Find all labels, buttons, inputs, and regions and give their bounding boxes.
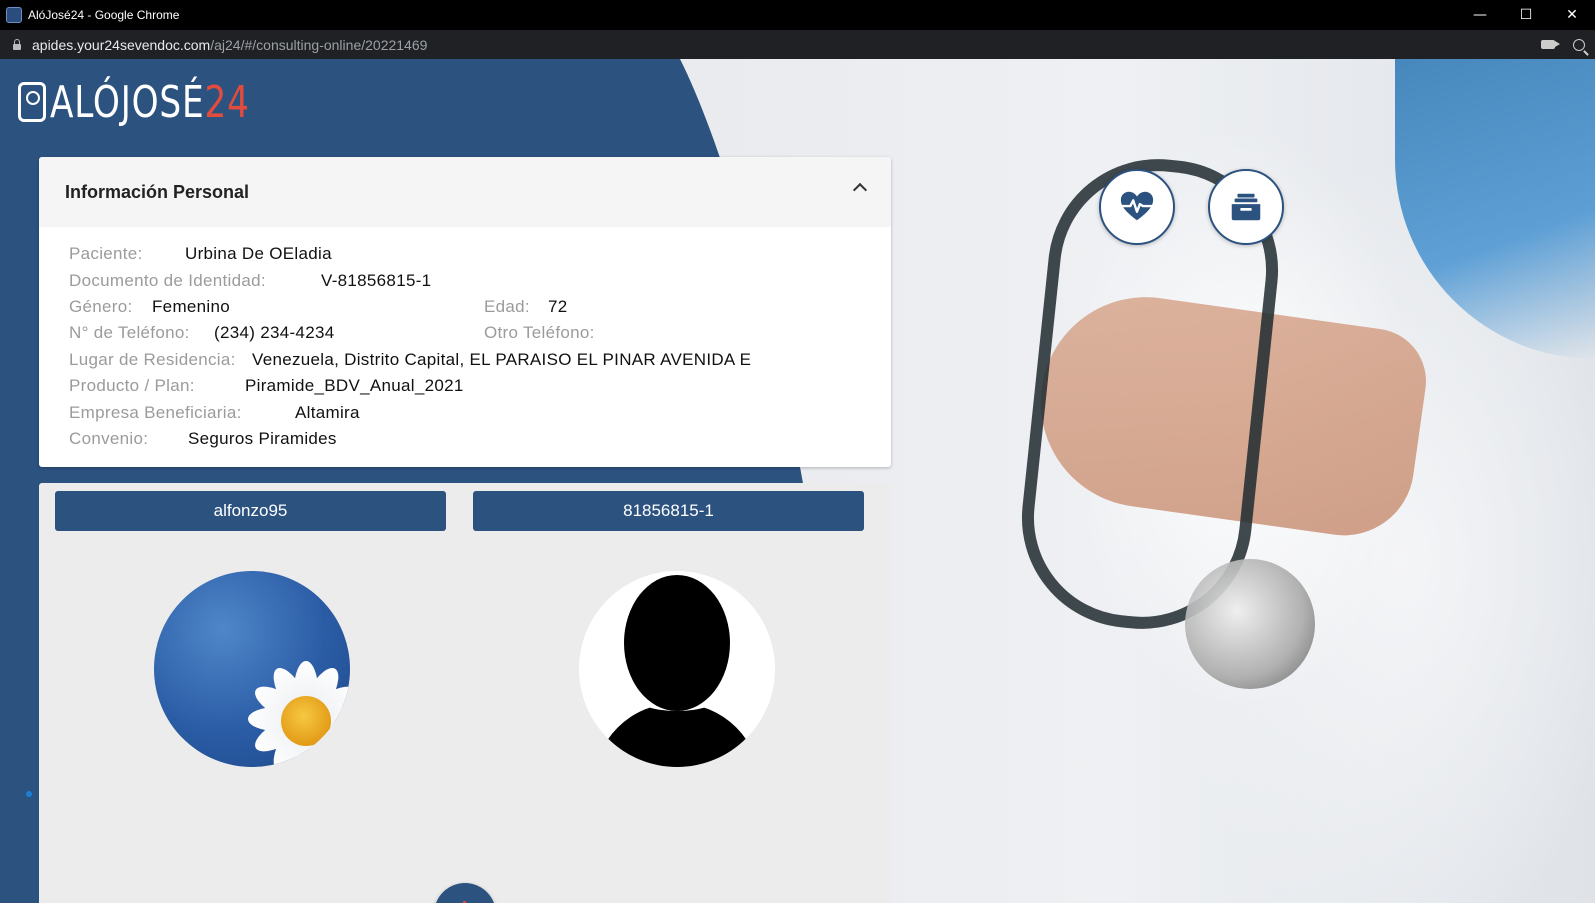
user-silhouette-icon	[593, 703, 761, 767]
field-label: Otro Teléfono:	[484, 323, 595, 343]
zoom-icon[interactable]	[1573, 38, 1585, 51]
minimize-button[interactable]: —	[1457, 0, 1503, 30]
field-value: Seguros Piramides	[188, 428, 337, 448]
field-value: Venezuela, Distrito Capital, EL PARAISO …	[252, 349, 752, 369]
personal-info-header[interactable]: Información Personal	[39, 157, 891, 227]
maximize-button[interactable]: ☐	[1503, 0, 1549, 30]
window-controls: — ☐ ✕	[1457, 0, 1595, 30]
field-label: Documento de Identidad:	[69, 270, 266, 290]
daisy-center	[281, 696, 331, 746]
field-otro-telefono: Otro Teléfono:	[484, 323, 595, 343]
field-edad: Edad: 72	[484, 297, 568, 317]
field-label: Género:	[69, 296, 133, 316]
personal-info-body: Paciente: Urbina De OEladia Documento de…	[39, 227, 891, 452]
field-value: Piramide_BDV_Anual_2021	[245, 376, 464, 396]
heart-pulse-icon	[1120, 191, 1154, 221]
field-label: N° de Teléfono:	[69, 323, 190, 343]
field-label: Producto / Plan:	[69, 376, 195, 396]
doctor-avatar	[154, 571, 350, 767]
status-dot	[26, 791, 32, 797]
field-label: Empresa Beneficiaria:	[69, 402, 242, 422]
lock-icon[interactable]	[12, 39, 22, 50]
browser-titlebar: AlóJosé24 - Google Chrome — ☐ ✕	[0, 0, 1595, 30]
field-label: Edad:	[484, 296, 530, 316]
url-path: /aj24/#/consulting-online/20221469	[210, 36, 428, 53]
field-genero-edad: Género: Femenino Edad: 72	[69, 294, 861, 320]
field-value: V-81856815-1	[321, 270, 432, 290]
field-value: 72	[548, 296, 568, 316]
doctor-username-button[interactable]: alfonzo95	[55, 491, 446, 531]
field-paciente: Paciente: Urbina De OEladia	[69, 241, 861, 267]
field-label: Convenio:	[69, 428, 149, 448]
app-logo[interactable]: ALÓJOSÉ24	[18, 77, 306, 128]
field-value: Femenino	[152, 296, 230, 316]
site-favicon-icon	[6, 7, 22, 23]
close-button[interactable]: ✕	[1549, 0, 1595, 30]
logo-number: 24	[204, 76, 250, 128]
stethoscope-logo-icon	[18, 82, 46, 122]
background-stethoscope-bell	[1185, 559, 1315, 689]
patient-id-button[interactable]: 81856815-1	[473, 491, 864, 531]
field-convenio: Convenio: Seguros Piramides	[69, 426, 861, 452]
logo-word: ALÓJOSÉ	[50, 76, 205, 128]
field-value: (234) 234-4234	[214, 323, 335, 343]
vitals-button[interactable]	[1099, 169, 1175, 245]
address-bar-actions	[1541, 30, 1585, 59]
field-empresa: Empresa Beneficiaria: Altamira	[69, 399, 861, 425]
chevron-up-icon[interactable]	[852, 182, 868, 198]
records-button[interactable]	[1208, 169, 1284, 245]
field-value: Urbina De OEladia	[185, 244, 332, 264]
camera-icon[interactable]	[1541, 40, 1560, 49]
window-title: AlóJosé24 - Google Chrome	[28, 8, 180, 22]
page-viewport: ALÓJOSÉ24 Información Personal Paciente:…	[0, 59, 1595, 903]
field-value: Altamira	[295, 402, 360, 422]
archive-box-icon	[1231, 193, 1261, 221]
field-label: Lugar de Residencia:	[69, 349, 236, 369]
field-label: Paciente:	[69, 244, 143, 264]
field-documento: Documento de Identidad: V-81856815-1	[69, 267, 861, 293]
logo-text: ALÓJOSÉ24	[50, 77, 250, 128]
personal-info-title: Información Personal	[65, 181, 250, 202]
address-bar[interactable]: apides.your24sevendoc.com/aj24/#/consult…	[0, 30, 1595, 59]
personal-info-card: Información Personal Paciente: Urbina De…	[39, 157, 891, 467]
patient-avatar	[579, 571, 775, 767]
url-host: apides.your24sevendoc.com	[32, 36, 211, 53]
url-text[interactable]: apides.your24sevendoc.com/aj24/#/consult…	[32, 37, 427, 53]
field-telefono: N° de Teléfono: (234) 234-4234 Otro Telé…	[69, 320, 861, 346]
field-producto: Producto / Plan: Piramide_BDV_Anual_2021	[69, 373, 861, 399]
end-call-button[interactable]	[434, 883, 496, 903]
video-call-panel: alfonzo95 81856815-1	[39, 483, 891, 903]
field-residencia: Lugar de Residencia: Venezuela, Distrito…	[69, 347, 861, 373]
